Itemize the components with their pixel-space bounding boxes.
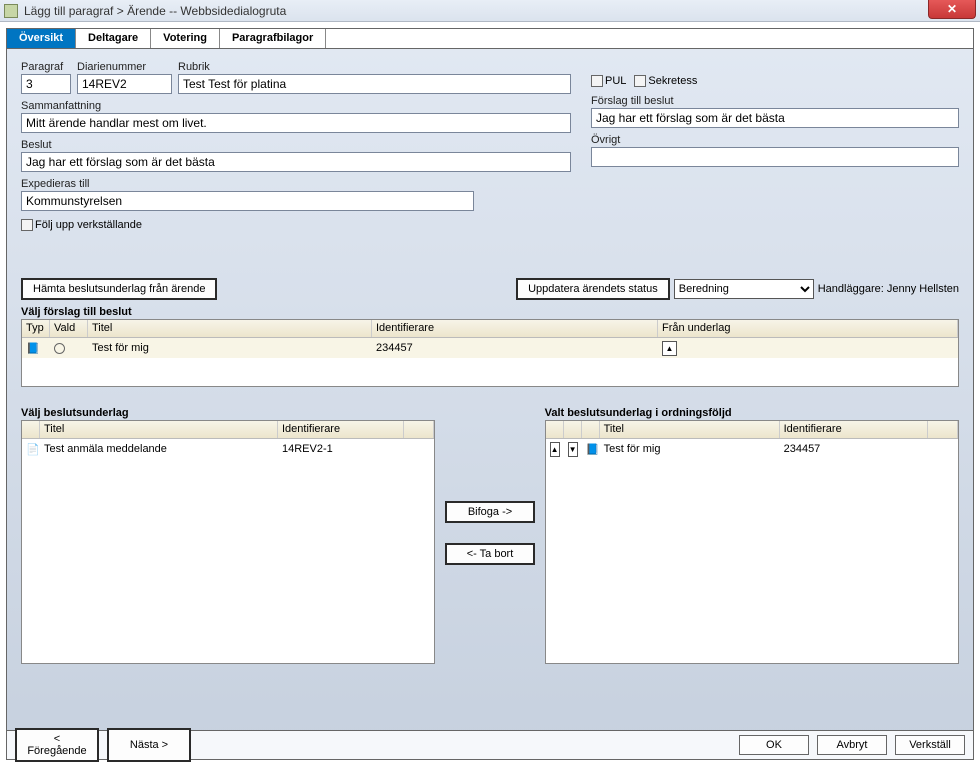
col-titel[interactable]: Titel (88, 320, 372, 337)
valt-ordning-label: Valt beslutsunderlag i ordningsföljd (545, 407, 959, 419)
rubrik-input[interactable] (178, 74, 571, 94)
close-button[interactable]: ✕ (928, 0, 976, 19)
col-identifierare[interactable]: Identifierare (372, 320, 658, 337)
tab-deltagare[interactable]: Deltagare (76, 29, 151, 48)
sammanfattning-label: Sammanfattning (21, 100, 571, 112)
bifoga-button[interactable]: Bifoga -> (445, 501, 535, 523)
col-titel-left[interactable]: Titel (40, 421, 278, 438)
col-typ[interactable]: Typ (22, 320, 50, 337)
move-up-icon[interactable]: ▲ (550, 442, 560, 457)
prev-button[interactable]: < Föregående (15, 728, 99, 762)
right-row-titel: Test för mig (600, 441, 780, 457)
checkbox-icon (634, 75, 646, 87)
ovrigt-input[interactable] (591, 147, 959, 167)
paragraf-label: Paragraf (21, 61, 71, 73)
app-icon (4, 4, 18, 18)
right-row-ident: 234457 (780, 441, 928, 457)
forslag-titel: Test för mig (88, 340, 372, 356)
uppdatera-status-button[interactable]: Uppdatera ärendets status (516, 278, 670, 300)
hamta-beslutsunderlag-button[interactable]: Hämta beslutsunderlag från ärende (21, 278, 217, 300)
document-icon: 📘 (586, 442, 600, 456)
cancel-button[interactable]: Avbryt (817, 735, 887, 755)
apply-button[interactable]: Verkställ (895, 735, 965, 755)
valj-beslutsunderlag-label: Välj beslutsunderlag (21, 407, 435, 419)
ok-button[interactable]: OK (739, 735, 809, 755)
beslut-label: Beslut (21, 139, 571, 151)
move-down-icon[interactable]: ▼ (568, 442, 578, 457)
close-icon: ✕ (947, 2, 957, 16)
forslag-till-beslut-label: Förslag till beslut (591, 95, 959, 107)
sekretess-label: Sekretess (648, 75, 697, 87)
col-fran-underlag[interactable]: Från underlag (658, 320, 958, 337)
next-button[interactable]: Nästa > (107, 728, 191, 762)
title-bar: Lägg till paragraf > Ärende -- Webbsided… (0, 0, 980, 22)
pul-checkbox[interactable]: PUL (591, 75, 626, 87)
beslut-input[interactable] (21, 152, 571, 172)
diarienummer-label: Diarienummer (77, 61, 172, 73)
forslag-till-beslut-input[interactable] (591, 108, 959, 128)
checkbox-icon (591, 75, 603, 87)
sammanfattning-input[interactable] (21, 113, 571, 133)
expedieras-input[interactable] (21, 191, 474, 211)
document-icon: 📘 (26, 341, 40, 355)
rubrik-label: Rubrik (178, 61, 571, 73)
col-ident-right[interactable]: Identifierare (780, 421, 928, 438)
bottom-bar: < Föregående Nästa > OK Avbryt Verkställ (6, 730, 974, 760)
left-row-titel: Test anmäla meddelande (40, 441, 278, 457)
valt-ordning-list: Titel Identifierare ▲ ▼ 📘 Test för mig 2… (545, 420, 959, 664)
forslag-grid: Typ Vald Titel Identifierare Från underl… (21, 319, 959, 387)
list-row[interactable]: 📄 Test anmäla meddelande 14REV2-1 (22, 439, 434, 459)
tab-oversikt[interactable]: Översikt (7, 29, 76, 48)
col-spacer (546, 421, 564, 438)
diarienummer-input[interactable] (77, 74, 172, 94)
folj-upp-checkbox-label[interactable]: Följ upp verkställande (21, 219, 142, 231)
col-spacer (582, 421, 600, 438)
document-icon: 📄 (26, 442, 40, 456)
beslutsunderlag-list: Titel Identifierare 📄 Test anmäla meddel… (21, 420, 435, 664)
col-spacer (564, 421, 582, 438)
expedieras-label: Expedieras till (21, 178, 571, 190)
collapse-up-icon[interactable]: ▲ (662, 341, 677, 356)
col-titel-right[interactable]: Titel (600, 421, 780, 438)
col-spacer (928, 421, 958, 438)
tab-votering[interactable]: Votering (151, 29, 220, 48)
ta-bort-button[interactable]: <- Ta bort (445, 543, 535, 565)
tab-paragrafbilagor[interactable]: Paragrafbilagor (220, 29, 326, 48)
col-spacer (404, 421, 434, 438)
col-spacer (22, 421, 40, 438)
col-vald[interactable]: Vald (50, 320, 88, 337)
forslag-ident: 234457 (372, 340, 658, 356)
status-select[interactable]: Beredning (674, 279, 814, 299)
content-panel: Paragraf Diarienummer Rubrik Sammanfattn… (6, 49, 974, 743)
window-title: Lägg till paragraf > Ärende -- Webbsided… (24, 4, 286, 18)
valj-forslag-label: Välj förslag till beslut (21, 306, 959, 318)
sekretess-checkbox[interactable]: Sekretess (634, 75, 697, 87)
paragraf-input[interactable] (21, 74, 71, 94)
col-ident-left[interactable]: Identifierare (278, 421, 404, 438)
list-row[interactable]: ▲ ▼ 📘 Test för mig 234457 (546, 439, 958, 459)
forslag-row[interactable]: 📘 Test för mig 234457 ▲ (22, 338, 958, 358)
radio-icon[interactable] (54, 343, 65, 354)
ovrigt-label: Övrigt (591, 134, 959, 146)
pul-label: PUL (605, 75, 626, 87)
tab-strip: Översikt Deltagare Votering Paragrafbila… (6, 28, 974, 49)
folj-upp-text: Följ upp verkställande (35, 219, 142, 231)
left-row-ident: 14REV2-1 (278, 441, 404, 457)
handlaggare-label: Handläggare: Jenny Hellsten (818, 283, 959, 295)
checkbox-icon (21, 219, 33, 231)
